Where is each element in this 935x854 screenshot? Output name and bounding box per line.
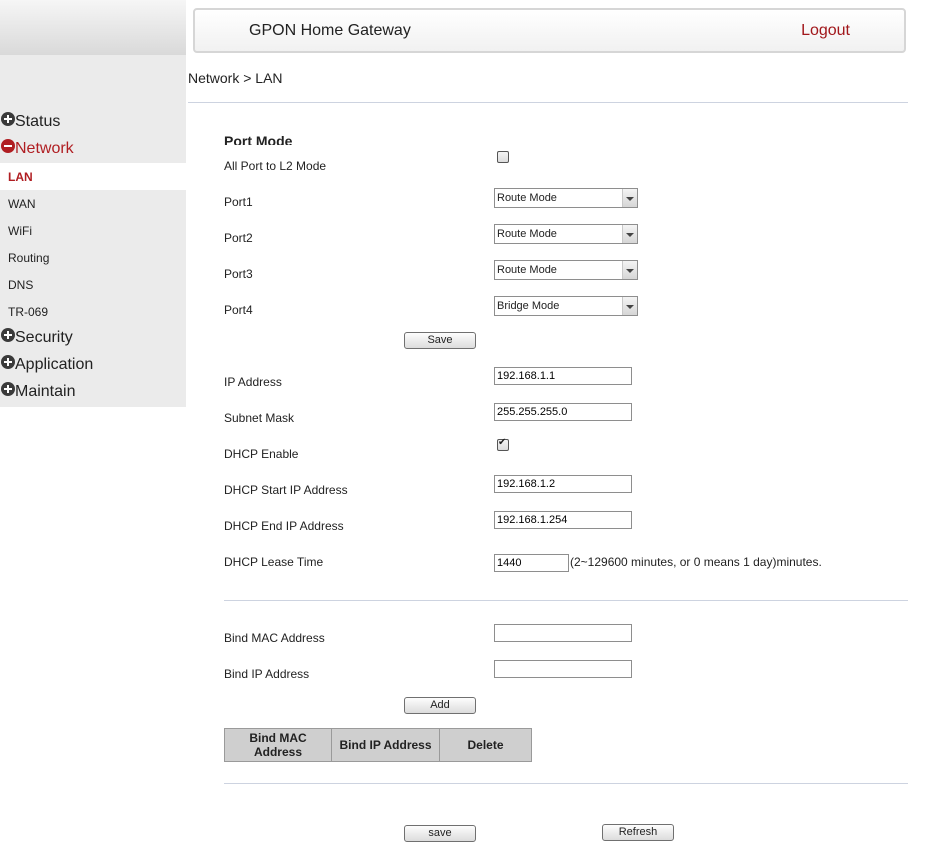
port1-mode-select[interactable]: Route Mode [494,188,638,208]
dhcp-end-label: DHCP End IP Address [224,519,344,533]
all-port-l2-checkbox[interactable] [497,151,509,163]
sidebar-header [0,0,186,55]
sidebar-group-security[interactable]: Security [0,325,73,351]
sidebar-item-dns[interactable]: DNS [0,271,186,298]
section-title-port-mode: Port Mode [224,133,293,145]
sidebar-item-lan[interactable]: LAN [0,163,186,190]
bind-ip-input[interactable] [494,660,632,678]
expand-plus-icon [1,112,15,126]
column-header-delete: Delete [439,728,532,762]
table-header-row: Bind MAC Address Bind IP Address Delete [224,728,532,762]
sidebar-group-label: Security [15,329,73,346]
ip-address-label: IP Address [224,375,282,389]
chevron-down-icon [622,297,637,315]
divider [224,600,908,601]
sidebar-group-application[interactable]: Application [0,352,93,378]
sidebar-group-label: Maintain [15,383,76,400]
dhcp-lease-label: DHCP Lease Time [224,555,324,569]
bind-mac-label: Bind MAC Address [224,631,325,645]
sidebar-item-tr069[interactable]: TR-069 [0,298,186,325]
port1-label: Port1 [224,195,253,209]
save-button[interactable]: save [404,825,476,842]
select-value: Bridge Mode [497,300,560,312]
select-value: Route Mode [497,228,557,240]
expand-plus-icon [1,355,15,369]
dhcp-start-label: DHCP Start IP Address [224,483,348,497]
dhcp-start-input[interactable] [494,475,632,493]
sidebar-item-wan[interactable]: WAN [0,190,186,217]
chevron-down-icon [622,225,637,243]
dhcp-lease-input[interactable] [494,554,569,572]
dhcp-lease-hint: (2~129600 minutes, or 0 means 1 day)minu… [570,555,822,569]
app-title: GPON Home Gateway [249,22,411,39]
refresh-button[interactable]: Refresh [602,824,674,841]
port4-mode-select[interactable]: Bridge Mode [494,296,638,316]
sidebar-item-routing[interactable]: Routing [0,244,186,271]
header-bar: GPON Home Gateway Logout [193,8,906,53]
sidebar-group-label: Status [15,113,61,130]
dhcp-enable-checkbox[interactable] [497,437,509,451]
port4-label: Port4 [224,303,253,317]
select-value: Route Mode [497,264,557,276]
expand-plus-icon [1,382,15,396]
port2-label: Port2 [224,231,253,245]
column-header-bind-mac: Bind MAC Address [224,728,332,762]
sidebar-group-maintain[interactable]: Maintain [0,379,75,405]
subnet-mask-label: Subnet Mask [224,411,295,425]
divider [224,783,908,784]
sidebar-group-status[interactable]: Status [0,109,60,135]
logout-link[interactable]: Logout [801,22,850,40]
add-binding-button[interactable]: Add [404,697,476,714]
dhcp-end-input[interactable] [494,511,632,529]
sidebar-group-label: Application [15,356,94,373]
all-port-l2-label: All Port to L2 Mode [224,159,327,173]
dhcp-enable-label: DHCP Enable [224,447,299,461]
port-mode-save-button[interactable]: Save [404,332,476,349]
bind-ip-label: Bind IP Address [224,667,310,681]
sidebar-item-wifi[interactable]: WiFi [0,217,186,244]
breadcrumb: Network > LAN [188,70,283,86]
select-value: Route Mode [497,192,557,204]
expand-plus-icon [1,328,15,342]
binding-table: Bind MAC Address Bind IP Address Delete [224,728,532,762]
port3-mode-select[interactable]: Route Mode [494,260,638,280]
ip-address-input[interactable] [494,367,632,385]
sidebar: Status Network LAN WAN WiFi Routing DNS … [0,0,186,407]
chevron-down-icon [622,189,637,207]
port3-label: Port3 [224,267,253,281]
subnet-mask-input[interactable] [494,403,632,421]
chevron-down-icon [622,261,637,279]
column-header-bind-ip: Bind IP Address [331,728,440,762]
divider [188,102,908,103]
bind-mac-input[interactable] [494,624,632,642]
sidebar-group-network[interactable]: Network [0,136,74,162]
sidebar-group-label: Network [15,140,74,157]
collapse-minus-icon [1,139,15,153]
port2-mode-select[interactable]: Route Mode [494,224,638,244]
